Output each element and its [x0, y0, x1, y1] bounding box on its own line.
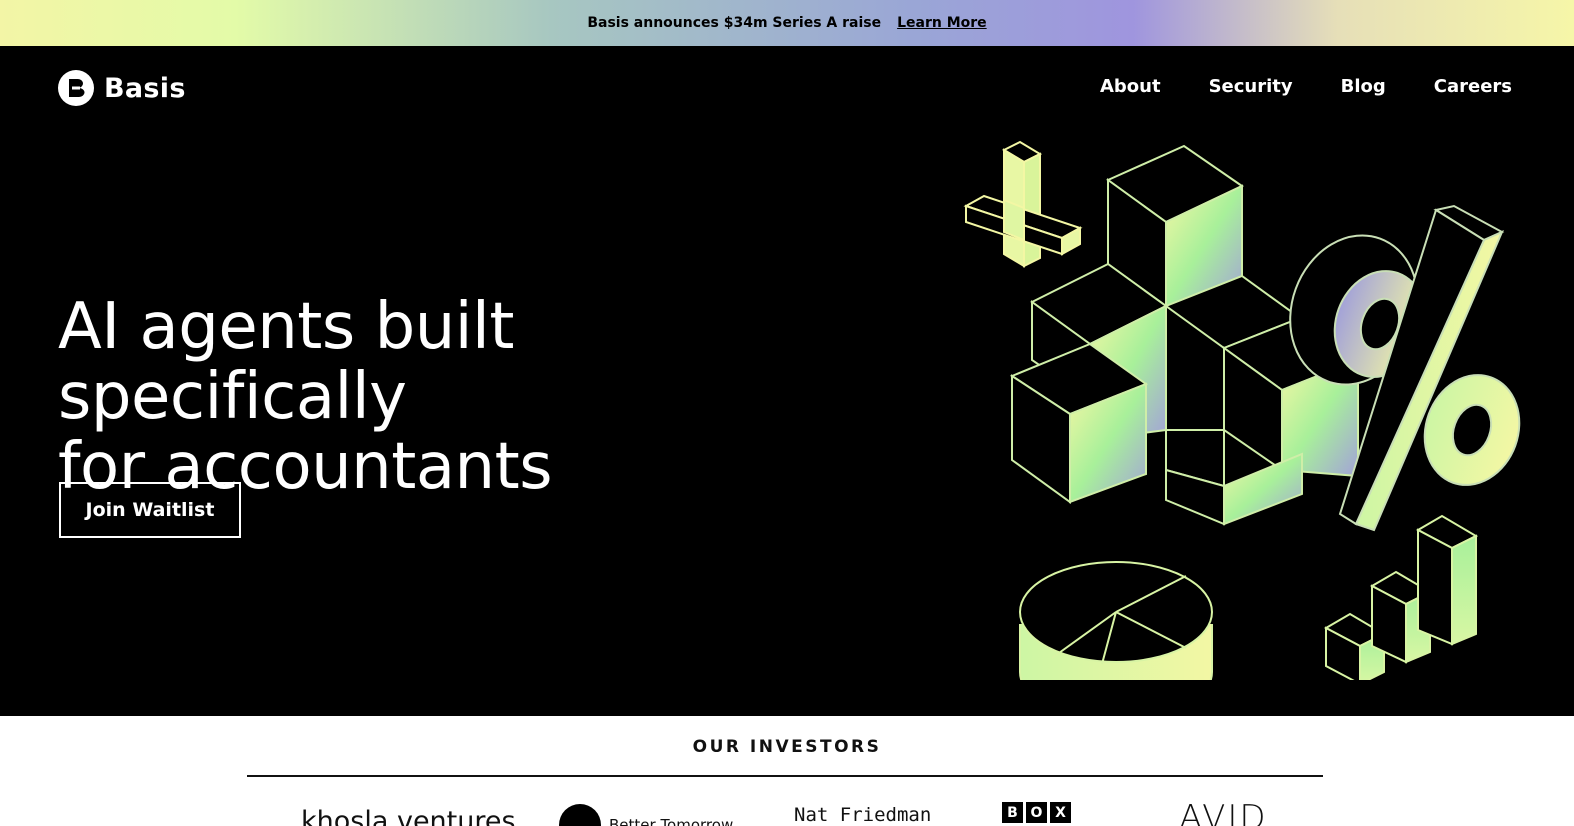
brand-logo[interactable]: Basis — [58, 70, 186, 106]
investors-title: OUR INVESTORS — [692, 737, 882, 757]
percent-icon — [1289, 204, 1521, 532]
box-letter-b: B — [1002, 802, 1023, 823]
investor-logo-khosla: khosla ventures — [301, 806, 516, 826]
announcement-message: Basis announces $34m Series A raise — [587, 15, 882, 31]
investor-logo-avid: AVID — [1179, 798, 1268, 826]
investors-divider — [247, 775, 1323, 777]
investor-logo-nat-friedman: Nat Friedman — [794, 804, 932, 826]
brand-name: Basis — [104, 72, 186, 104]
better-tomorrow-mark-icon — [559, 804, 601, 826]
nav-security[interactable]: Security — [1209, 76, 1293, 97]
nav-careers[interactable]: Careers — [1434, 76, 1512, 97]
join-waitlist-button[interactable]: Join Waitlist — [59, 482, 241, 538]
investor-logos: khosla ventures Better Tomorrow Nat Frie… — [247, 796, 1323, 826]
investor-logo-better-tomorrow: Better Tomorrow — [559, 804, 733, 826]
learn-more-link[interactable]: Learn More — [897, 15, 987, 31]
headline-line-1: AI agents built specifically — [58, 290, 514, 434]
pie-chart-icon — [1019, 561, 1213, 680]
nav-blog[interactable]: Blog — [1341, 76, 1386, 97]
hero-headline: AI agents built specifically for account… — [58, 292, 878, 502]
announcement-bar: Basis announces $34m Series A raise Lear… — [0, 0, 1574, 46]
box-letter-x: X — [1050, 802, 1071, 823]
hero-section: Basis About Security Blog Careers AI age… — [0, 46, 1574, 716]
basis-b-logo-icon — [58, 70, 94, 106]
bar-chart-icon — [1323, 514, 1479, 680]
plus-icon — [963, 140, 1083, 268]
better-tomorrow-label: Better Tomorrow — [609, 816, 734, 826]
nav-about[interactable]: About — [1100, 76, 1161, 97]
box-letter-o: O — [1026, 802, 1047, 823]
investor-logo-box: B O X — [1002, 802, 1071, 823]
finance-3d-illustration — [963, 140, 1521, 680]
main-nav: About Security Blog Careers — [1100, 76, 1512, 97]
